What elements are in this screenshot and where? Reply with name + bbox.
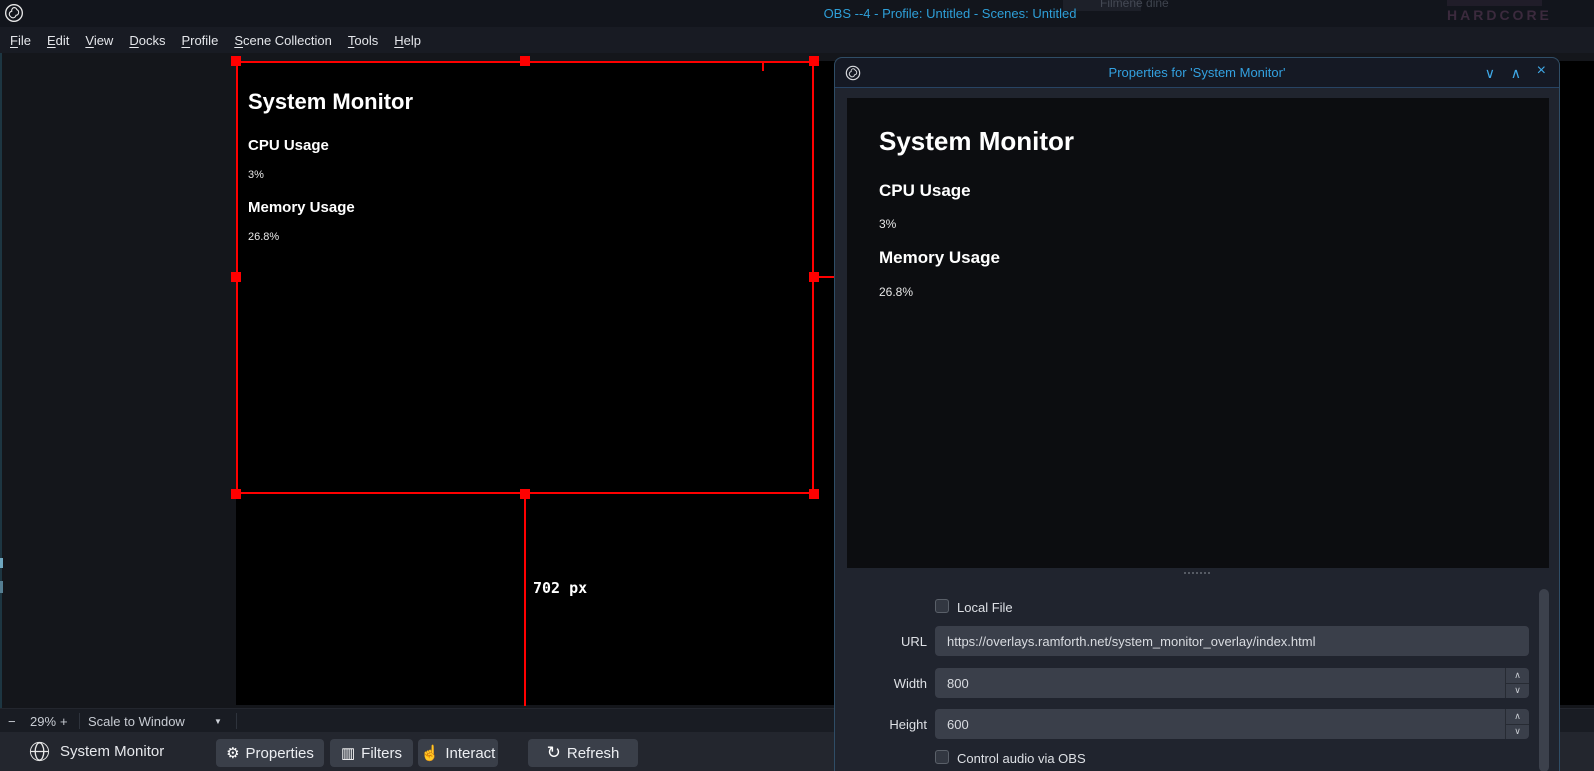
dialog-source-preview: System Monitor CPU Usage 3% Memory Usage…	[847, 98, 1549, 568]
watermark-text: HARDCORE	[1447, 7, 1552, 23]
properties-button[interactable]: ⚙ Properties	[216, 739, 324, 767]
scale-mode-select[interactable]: Scale to Window	[88, 709, 185, 733]
dialog-title: Properties for 'System Monitor'	[1109, 65, 1286, 80]
width-value: 800	[947, 676, 969, 691]
interact-button[interactable]: ☝ Interact	[418, 739, 498, 767]
local-file-label: Local File	[957, 600, 1013, 615]
dialog-close-icon[interactable]: ×	[1537, 62, 1546, 80]
refresh-icon: ↻	[547, 743, 561, 763]
refresh-button-label: Refresh	[567, 745, 620, 762]
resize-dimension-label: 702 px	[533, 579, 587, 597]
preview-cpu-label: CPU Usage	[879, 181, 971, 201]
browser-source-icon	[28, 740, 51, 763]
dialog-shade-icon[interactable]: ∨	[1485, 64, 1495, 82]
menu-view[interactable]: View	[85, 33, 113, 48]
filters-button-label: Filters	[361, 745, 402, 762]
resize-handle-top-left[interactable]	[231, 56, 241, 66]
properties-button-label: Properties	[246, 745, 314, 762]
menu-tools[interactable]: Tools	[348, 33, 378, 48]
watermark-artifact	[1447, 0, 1542, 6]
window-edge-tick	[0, 581, 3, 593]
control-audio-label: Control audio via OBS	[957, 751, 1086, 766]
zoom-level: 29%	[30, 709, 56, 733]
rotation-handle-stub[interactable]	[762, 61, 764, 71]
menu-file[interactable]: File	[10, 33, 31, 48]
selected-source-name: System Monitor	[60, 732, 164, 771]
menu-edit[interactable]: Edit	[47, 33, 69, 48]
zoom-in-button[interactable]: +	[60, 709, 68, 733]
splitter-handle[interactable]	[1184, 572, 1210, 574]
zoom-out-button[interactable]: −	[8, 709, 16, 733]
resize-handle-mid-left[interactable]	[231, 272, 241, 282]
dialog-obs-icon	[845, 65, 861, 81]
source-selection-rect[interactable]	[236, 61, 814, 494]
resize-guide-vertical	[524, 494, 526, 706]
filter-icon: ▥	[341, 744, 355, 762]
resize-handle-top-center[interactable]	[520, 56, 530, 66]
refresh-button[interactable]: ↻ Refresh	[528, 739, 638, 767]
filters-button[interactable]: ▥ Filters	[330, 739, 413, 767]
interact-button-label: Interact	[445, 745, 495, 762]
url-input[interactable]: https://overlays.ramforth.net/system_mon…	[935, 626, 1529, 656]
gear-icon: ⚙	[226, 744, 239, 762]
dialog-unshade-icon[interactable]: ∧	[1511, 64, 1521, 82]
divider	[79, 713, 80, 729]
resize-handle-bottom-left[interactable]	[231, 489, 241, 499]
resize-handle-bottom-right[interactable]	[809, 489, 819, 499]
preview-cpu-value: 3%	[879, 217, 896, 231]
height-label: Height	[855, 717, 927, 732]
preview-overlay-title: System Monitor	[879, 126, 1074, 157]
control-audio-checkbox[interactable]	[935, 750, 949, 764]
window-title: OBS --4 - Profile: Untitled - Scenes: Un…	[824, 6, 1077, 21]
menu-scene-collection[interactable]: Scene Collection	[234, 33, 332, 48]
ghost-text-artifact: Filmene dine	[1100, 0, 1169, 10]
window-edge-accent	[0, 53, 2, 708]
menu-profile[interactable]: Profile	[181, 33, 218, 48]
height-spin-up-icon[interactable]: ∧	[1506, 709, 1529, 725]
url-value: https://overlays.ramforth.net/system_mon…	[947, 634, 1315, 649]
height-spin-down-icon[interactable]: ∨	[1506, 725, 1529, 740]
obs-logo-icon	[4, 3, 24, 23]
width-spinner: ∧ ∨	[1505, 668, 1529, 698]
preview-mem-value: 26.8%	[879, 285, 913, 299]
hand-pointer-icon: ☝	[421, 744, 440, 762]
properties-dialog: Properties for 'System Monitor' ∨ ∧ × Sy…	[834, 57, 1560, 771]
height-input[interactable]: 600 ∧ ∨	[935, 709, 1529, 739]
local-file-checkbox[interactable]	[935, 599, 949, 613]
preview-mem-label: Memory Usage	[879, 248, 1000, 268]
menu-help[interactable]: Help	[394, 33, 421, 48]
window-edge-tick	[0, 558, 3, 568]
width-spin-down-icon[interactable]: ∨	[1506, 684, 1529, 699]
menu-bar: File Edit View Docks Profile Scene Colle…	[0, 27, 1594, 53]
menu-docks[interactable]: Docks	[129, 33, 165, 48]
width-input[interactable]: 800 ∧ ∨	[935, 668, 1529, 698]
width-spin-up-icon[interactable]: ∧	[1506, 668, 1529, 684]
window-titlebar: Filmene dine OBS --4 - Profile: Untitled…	[0, 0, 1594, 27]
obs-main-window: Filmene dine OBS --4 - Profile: Untitled…	[0, 0, 1594, 771]
height-spinner: ∧ ∨	[1505, 709, 1529, 739]
url-label: URL	[855, 634, 927, 649]
divider	[236, 713, 237, 729]
resize-handle-top-right[interactable]	[809, 56, 819, 66]
dialog-scrollbar-thumb[interactable]	[1539, 589, 1549, 771]
width-label: Width	[855, 676, 927, 691]
height-value: 600	[947, 717, 969, 732]
scale-mode-dropdown-icon[interactable]: ▼	[214, 709, 222, 733]
dialog-titlebar[interactable]: Properties for 'System Monitor' ∨ ∧ ×	[835, 58, 1559, 88]
